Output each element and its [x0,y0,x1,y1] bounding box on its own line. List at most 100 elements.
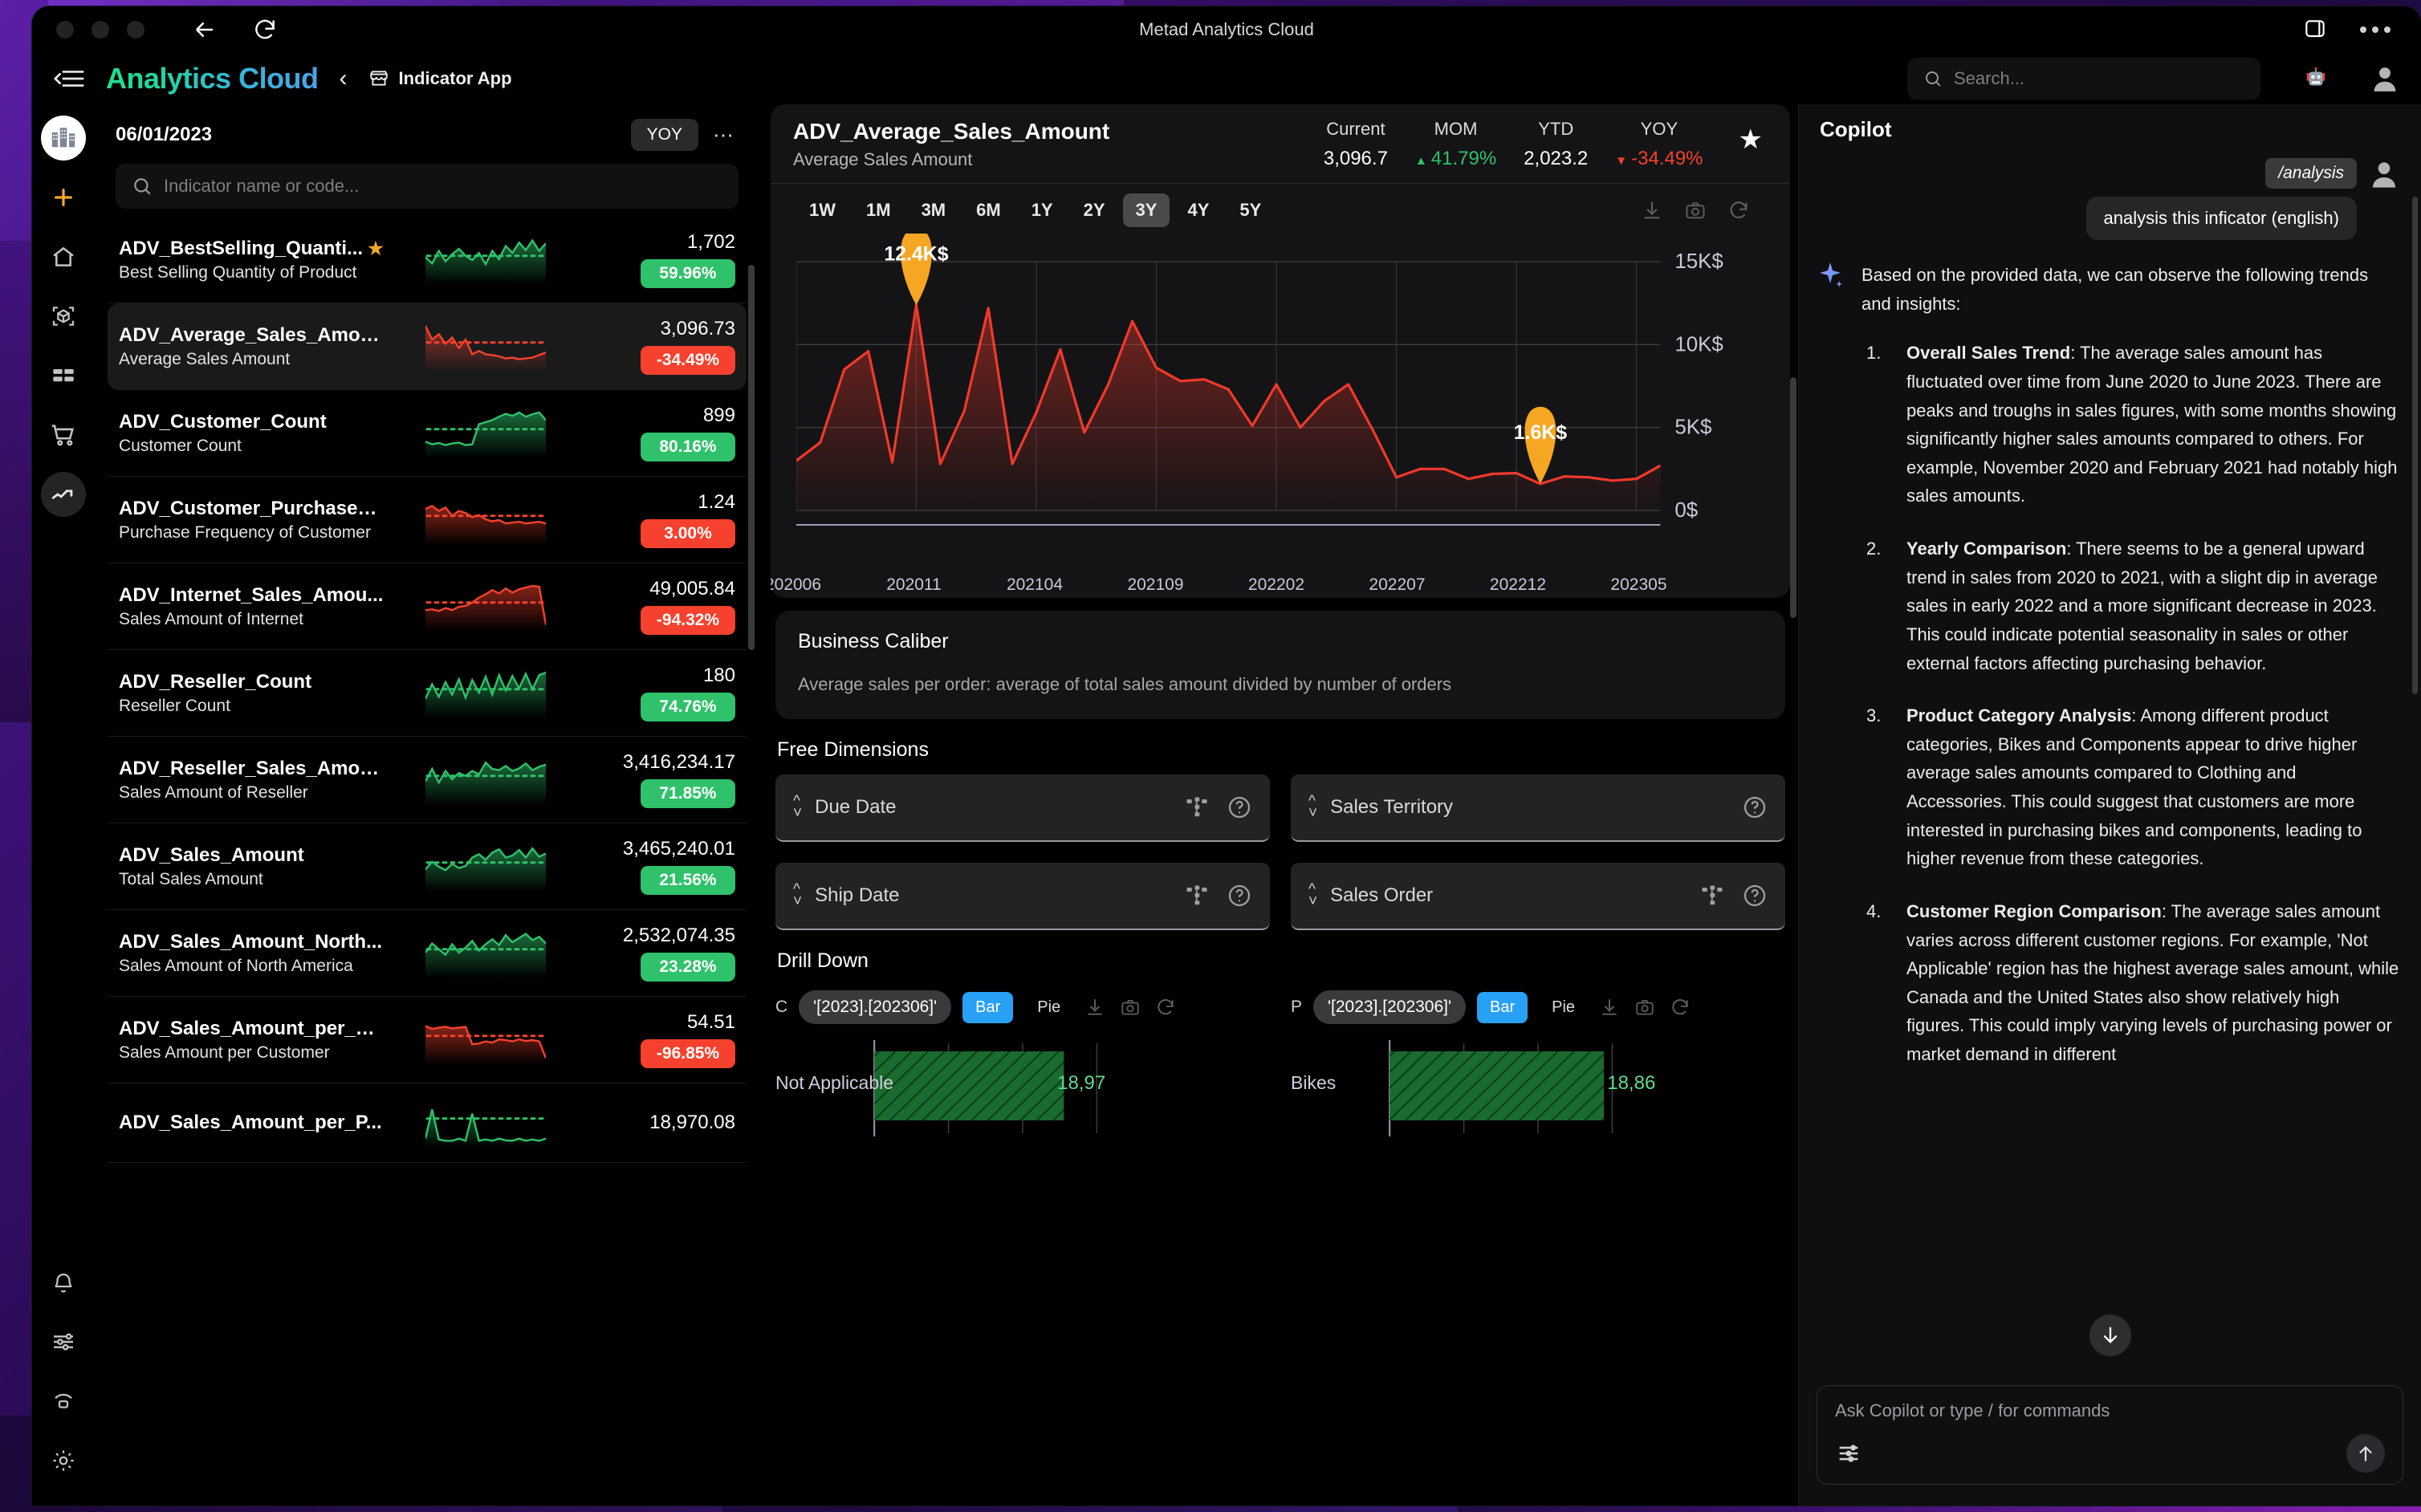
hierarchy-icon[interactable] [1700,884,1724,908]
download-icon[interactable] [1084,997,1105,1018]
sidebar-item-stories[interactable] [41,413,86,457]
sidebar-item-dashboards[interactable] [41,353,86,398]
list-item-values: 3,465,240.0121.56% [615,838,735,895]
favorite-star-icon[interactable]: ★ [1739,124,1763,156]
indicator-search-input[interactable] [164,176,722,197]
close-button[interactable] [56,21,74,39]
list-item[interactable]: ADV_Average_Sales_Amou...Average Sales A… [108,303,747,390]
range-button-2y[interactable]: 2Y [1071,193,1118,227]
range-button-4y[interactable]: 4Y [1174,193,1222,227]
refresh-icon[interactable] [1155,997,1176,1018]
sidebar-item-org-avatar[interactable] [41,116,86,161]
more-options-icon[interactable] [2360,26,2390,33]
list-item[interactable]: ADV_Customer_CountCustomer Count89980.16… [108,390,747,477]
copilot-conversation[interactable]: /analysis analysis this inficator (engli… [1799,148,2421,1377]
list-item[interactable]: ADV_Sales_Amount_per_P...18,970.08 [108,1083,747,1163]
send-arrow-icon[interactable] [2346,1434,2385,1473]
sidebar-item-notifications[interactable] [41,1260,86,1305]
range-button-5y[interactable]: 5Y [1227,193,1274,227]
camera-icon[interactable] [1684,199,1707,222]
list-item[interactable]: ADV_Reseller_Sales_AmountSales Amount of… [108,737,747,823]
camera-icon[interactable] [1634,997,1655,1018]
minimize-button[interactable] [92,21,109,39]
list-item[interactable]: ADV_Sales_Amount_per_C...Sales Amount pe… [108,997,747,1083]
dimension-card[interactable]: ^˅Sales Territory [1291,774,1785,842]
sidebar-item-models[interactable] [41,294,86,339]
range-button-1m[interactable]: 1M [853,193,904,227]
copilot-scrollbar[interactable] [2412,197,2418,694]
indicator-search[interactable] [116,164,739,209]
range-button-3m[interactable]: 3M [909,193,959,227]
search-input[interactable] [1954,68,2244,89]
scroll-down-icon[interactable] [2089,1315,2131,1356]
range-button-1w[interactable]: 1W [796,193,848,227]
chart-type-bar[interactable]: Bar [1477,992,1528,1023]
list-item[interactable]: ADV_Internet_Sales_Amou...Sales Amount o… [108,563,747,650]
sliders-icon[interactable] [1835,1440,1862,1467]
period-toggle-yoy[interactable]: YOY [631,119,698,151]
drill-down-chart[interactable]: Bikes18,86 [1291,1040,1785,1136]
sort-stepper[interactable]: ^˅ [793,884,802,908]
camera-icon[interactable] [1120,997,1141,1018]
maximize-button[interactable] [127,21,144,39]
breadcrumb-indicator-app[interactable]: Indicator App [368,68,512,89]
dimension-card[interactable]: ^˅Ship Date [775,863,1270,930]
sort-stepper[interactable]: ^˅ [1308,884,1317,908]
range-button-3y[interactable]: 3Y [1123,193,1170,227]
dimension-card[interactable]: ^˅Sales Order [1291,863,1785,930]
drill-down-chart[interactable]: Not Applicable18,97 [775,1040,1270,1136]
list-item[interactable]: ADV_Customer_Purchase_...Purchase Freque… [108,477,747,563]
sidebar-toggle-icon[interactable] [2302,17,2328,43]
favorite-star-icon[interactable]: ★ [368,238,384,259]
help-icon[interactable] [1742,883,1768,908]
copilot-input-box[interactable]: Ask Copilot or type / for commands [1817,1385,2403,1485]
chart-type-bar[interactable]: Bar [962,992,1013,1023]
reload-icon[interactable] [252,17,278,43]
main-scrollbar[interactable] [1790,377,1796,618]
time-range-selector[interactable]: 1W1M3M6M1Y2Y3Y4Y5Y [793,184,1768,234]
hierarchy-icon[interactable] [1185,884,1209,908]
main-trend-chart[interactable]: 0$5K$10K$15K$ 12.4K$1.6K$ [796,234,1764,571]
sort-stepper[interactable]: ^˅ [793,795,802,819]
sidebar-item-preferences[interactable] [41,1319,86,1364]
copilot-title: Copilot [1799,104,2421,148]
kpi-yoy: YOY ▼-34.49% [1615,119,1703,170]
chart-type-pie[interactable]: Pie [1024,992,1073,1023]
refresh-icon[interactable] [1670,997,1691,1018]
drill-down-period-chip[interactable]: '[2023].[202306]' [1313,990,1466,1024]
dimension-card[interactable]: ^˅Due Date [775,774,1270,842]
sidebar-item-indicators[interactable] [41,472,86,517]
global-search[interactable] [1907,58,2260,100]
list-item[interactable]: ADV_Reseller_CountReseller Count18074.76… [108,650,747,737]
range-button-6m[interactable]: 6M [963,193,1014,227]
back-arrow-icon[interactable] [191,16,218,43]
download-icon[interactable] [1599,997,1620,1018]
list-item[interactable]: ADV_Sales_Amount_North...Sales Amount of… [108,910,747,997]
collapse-panel-icon[interactable] [53,67,85,91]
sidebar-item-settings[interactable] [41,1438,86,1483]
help-icon[interactable] [1742,795,1768,820]
back-chevron-icon[interactable]: ‹ [340,67,348,91]
sparkline [425,582,546,632]
download-icon[interactable] [1641,199,1663,222]
sidebar-item-add[interactable] [41,175,86,220]
sidebar-item-home[interactable] [41,234,86,279]
refresh-icon[interactable] [1727,199,1750,222]
chart-type-pie[interactable]: Pie [1539,992,1588,1023]
user-avatar-icon[interactable] [2370,63,2400,94]
robot-icon[interactable] [2302,65,2329,92]
indicator-list[interactable]: ADV_BestSelling_Quanti...★Best Selling Q… [95,217,759,1506]
hierarchy-icon[interactable] [1185,795,1209,819]
copilot-slash-command[interactable]: /analysis [2265,158,2357,189]
list-item[interactable]: ADV_Sales_AmountTotal Sales Amount3,465,… [108,823,747,910]
help-icon[interactable] [1227,795,1252,820]
range-button-1y[interactable]: 1Y [1019,193,1066,227]
sidebar-item-devices[interactable] [41,1379,86,1424]
sidebar-more-options-icon[interactable]: ⋯ [710,123,739,148]
sort-stepper[interactable]: ^˅ [1308,795,1317,819]
help-icon[interactable] [1227,883,1252,908]
sidebar-scrollbar[interactable] [748,265,755,650]
list-item[interactable]: ADV_BestSelling_Quanti...★Best Selling Q… [108,217,747,303]
drill-down-period-chip[interactable]: '[2023].[202306]' [799,990,951,1024]
status-badge: -34.49% [641,346,735,375]
